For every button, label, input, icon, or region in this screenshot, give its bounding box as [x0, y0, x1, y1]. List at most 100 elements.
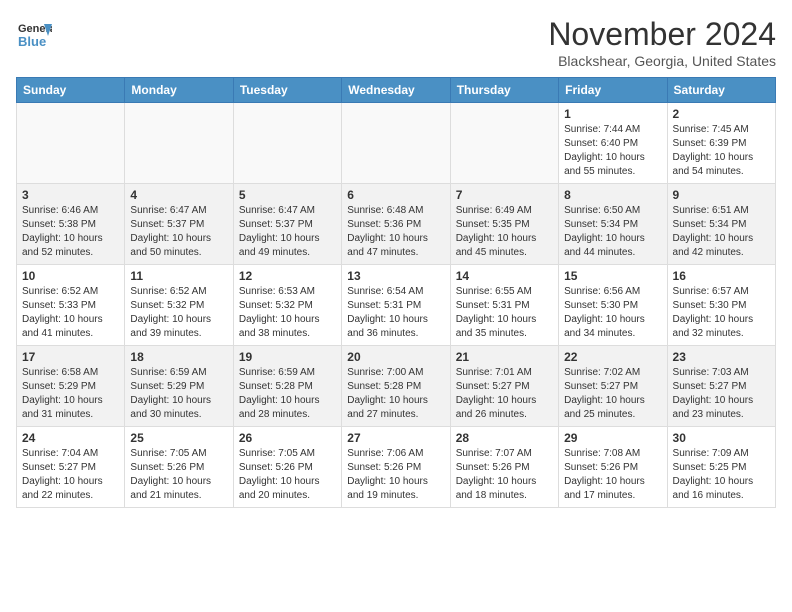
title-block: November 2024 Blackshear, Georgia, Unite… — [548, 16, 776, 69]
day-number: 30 — [673, 431, 770, 445]
day-number: 3 — [22, 188, 119, 202]
calendar-cell: 7 Sunrise: 6:49 AMSunset: 5:35 PMDaylight… — [450, 184, 558, 265]
calendar-cell: 14 Sunrise: 6:55 AMSunset: 5:31 PMDayligh… — [450, 265, 558, 346]
day-number: 4 — [130, 188, 227, 202]
day-number: 18 — [130, 350, 227, 364]
day-number: 26 — [239, 431, 336, 445]
svg-text:Blue: Blue — [18, 34, 46, 49]
page-header: General Blue November 2024 Blackshear, G… — [16, 16, 776, 69]
day-number: 27 — [347, 431, 444, 445]
day-info: Sunrise: 6:51 AMSunset: 5:34 PMDaylight:… — [673, 204, 770, 260]
weekday-header-tuesday: Tuesday — [233, 78, 341, 103]
calendar-cell: 11 Sunrise: 6:52 AMSunset: 5:32 PMDayligh… — [125, 265, 233, 346]
day-info: Sunrise: 6:47 AMSunset: 5:37 PMDaylight:… — [130, 204, 227, 260]
logo-icon: General Blue — [16, 16, 52, 52]
weekday-header-saturday: Saturday — [667, 78, 775, 103]
calendar-cell: 4 Sunrise: 6:47 AMSunset: 5:37 PMDaylight… — [125, 184, 233, 265]
day-number: 9 — [673, 188, 770, 202]
day-info: Sunrise: 6:56 AMSunset: 5:30 PMDaylight:… — [564, 285, 661, 341]
calendar-cell: 16Sunrise: 6:57 AMSunset: 5:30 PMDayligh… — [667, 265, 775, 346]
day-info: Sunrise: 6:50 AMSunset: 5:34 PMDaylight:… — [564, 204, 661, 260]
calendar-cell: 20 Sunrise: 7:00 AMSunset: 5:28 PMDayligh… — [342, 346, 450, 427]
day-number: 6 — [347, 188, 444, 202]
day-number: 24 — [22, 431, 119, 445]
day-info: Sunrise: 7:08 AMSunset: 5:26 PMDaylight:… — [564, 447, 661, 503]
calendar-cell: 2Sunrise: 7:45 AMSunset: 6:39 PMDaylight… — [667, 103, 775, 184]
calendar-cell: 18 Sunrise: 6:59 AMSunset: 5:29 PMDayligh… — [125, 346, 233, 427]
calendar-cell: 28 Sunrise: 7:07 AMSunset: 5:26 PMDayligh… — [450, 427, 558, 508]
calendar-week-row: 3 Sunrise: 6:46 AMSunset: 5:38 PMDaylight… — [17, 184, 776, 265]
calendar-cell: 10Sunrise: 6:52 AMSunset: 5:33 PMDayligh… — [17, 265, 125, 346]
calendar-cell: 23 Sunrise: 7:03 AMSunset: 5:27 PMDayligh… — [667, 346, 775, 427]
calendar-week-row: 24 Sunrise: 7:04 AMSunset: 5:27 PMDayligh… — [17, 427, 776, 508]
calendar-week-row: 17 Sunrise: 6:58 AMSunset: 5:29 PMDayligh… — [17, 346, 776, 427]
day-number: 5 — [239, 188, 336, 202]
calendar-cell — [233, 103, 341, 184]
calendar-cell: 27 Sunrise: 7:06 AMSunset: 5:26 PMDayligh… — [342, 427, 450, 508]
day-info: Sunrise: 7:06 AMSunset: 5:26 PMDaylight:… — [347, 447, 444, 503]
day-number: 17 — [22, 350, 119, 364]
day-number: 14 — [456, 269, 553, 283]
day-info: Sunrise: 7:00 AMSunset: 5:28 PMDaylight:… — [347, 366, 444, 422]
calendar-cell: 17 Sunrise: 6:58 AMSunset: 5:29 PMDayligh… — [17, 346, 125, 427]
calendar-cell — [342, 103, 450, 184]
calendar-cell: 5 Sunrise: 6:47 AMSunset: 5:37 PMDaylight… — [233, 184, 341, 265]
day-info: Sunrise: 6:59 AMSunset: 5:28 PMDaylight:… — [239, 366, 336, 422]
day-info: Sunrise: 7:44 AMSunset: 6:40 PMDaylight:… — [564, 123, 661, 179]
day-number: 23 — [673, 350, 770, 364]
day-info: Sunrise: 6:48 AMSunset: 5:36 PMDaylight:… — [347, 204, 444, 260]
weekday-header-row: SundayMondayTuesdayWednesdayThursdayFrid… — [17, 78, 776, 103]
weekday-header-thursday: Thursday — [450, 78, 558, 103]
day-number: 13 — [347, 269, 444, 283]
calendar-cell — [17, 103, 125, 184]
calendar-table: SundayMondayTuesdayWednesdayThursdayFrid… — [16, 77, 776, 508]
day-info: Sunrise: 6:54 AMSunset: 5:31 PMDaylight:… — [347, 285, 444, 341]
calendar-cell: 22 Sunrise: 7:02 AMSunset: 5:27 PMDayligh… — [559, 346, 667, 427]
day-number: 1 — [564, 107, 661, 121]
day-info: Sunrise: 6:59 AMSunset: 5:29 PMDaylight:… — [130, 366, 227, 422]
calendar-week-row: 10Sunrise: 6:52 AMSunset: 5:33 PMDayligh… — [17, 265, 776, 346]
day-info: Sunrise: 6:52 AMSunset: 5:32 PMDaylight:… — [130, 285, 227, 341]
calendar-cell: 21 Sunrise: 7:01 AMSunset: 5:27 PMDayligh… — [450, 346, 558, 427]
calendar-cell: 25 Sunrise: 7:05 AMSunset: 5:26 PMDayligh… — [125, 427, 233, 508]
day-info: Sunrise: 6:58 AMSunset: 5:29 PMDaylight:… — [22, 366, 119, 422]
day-number: 7 — [456, 188, 553, 202]
calendar-cell — [125, 103, 233, 184]
calendar-cell: 9 Sunrise: 6:51 AMSunset: 5:34 PMDaylight… — [667, 184, 775, 265]
calendar-cell: 6 Sunrise: 6:48 AMSunset: 5:36 PMDaylight… — [342, 184, 450, 265]
day-number: 12 — [239, 269, 336, 283]
day-info: Sunrise: 6:47 AMSunset: 5:37 PMDaylight:… — [239, 204, 336, 260]
day-info: Sunrise: 7:07 AMSunset: 5:26 PMDaylight:… — [456, 447, 553, 503]
day-info: Sunrise: 7:03 AMSunset: 5:27 PMDaylight:… — [673, 366, 770, 422]
calendar-cell — [450, 103, 558, 184]
day-info: Sunrise: 6:55 AMSunset: 5:31 PMDaylight:… — [456, 285, 553, 341]
calendar-cell: 15 Sunrise: 6:56 AMSunset: 5:30 PMDayligh… — [559, 265, 667, 346]
day-number: 11 — [130, 269, 227, 283]
calendar-cell: 13 Sunrise: 6:54 AMSunset: 5:31 PMDayligh… — [342, 265, 450, 346]
day-info: Sunrise: 7:01 AMSunset: 5:27 PMDaylight:… — [456, 366, 553, 422]
day-info: Sunrise: 7:05 AMSunset: 5:26 PMDaylight:… — [130, 447, 227, 503]
day-number: 20 — [347, 350, 444, 364]
weekday-header-wednesday: Wednesday — [342, 78, 450, 103]
day-number: 25 — [130, 431, 227, 445]
day-number: 21 — [456, 350, 553, 364]
calendar-cell: 12 Sunrise: 6:53 AMSunset: 5:32 PMDayligh… — [233, 265, 341, 346]
day-info: Sunrise: 6:49 AMSunset: 5:35 PMDaylight:… — [456, 204, 553, 260]
day-number: 28 — [456, 431, 553, 445]
day-number: 2 — [673, 107, 770, 121]
calendar-cell: 19Sunrise: 6:59 AMSunset: 5:28 PMDayligh… — [233, 346, 341, 427]
weekday-header-friday: Friday — [559, 78, 667, 103]
day-info: Sunrise: 7:04 AMSunset: 5:27 PMDaylight:… — [22, 447, 119, 503]
day-info: Sunrise: 7:05 AMSunset: 5:26 PMDaylight:… — [239, 447, 336, 503]
day-info: Sunrise: 6:53 AMSunset: 5:32 PMDaylight:… — [239, 285, 336, 341]
day-number: 8 — [564, 188, 661, 202]
calendar-cell: 29Sunrise: 7:08 AMSunset: 5:26 PMDayligh… — [559, 427, 667, 508]
calendar-cell: 24 Sunrise: 7:04 AMSunset: 5:27 PMDayligh… — [17, 427, 125, 508]
weekday-header-sunday: Sunday — [17, 78, 125, 103]
day-info: Sunrise: 7:02 AMSunset: 5:27 PMDaylight:… — [564, 366, 661, 422]
day-number: 16 — [673, 269, 770, 283]
day-info: Sunrise: 6:46 AMSunset: 5:38 PMDaylight:… — [22, 204, 119, 260]
location-subtitle: Blackshear, Georgia, United States — [548, 53, 776, 69]
day-number: 15 — [564, 269, 661, 283]
day-number: 22 — [564, 350, 661, 364]
